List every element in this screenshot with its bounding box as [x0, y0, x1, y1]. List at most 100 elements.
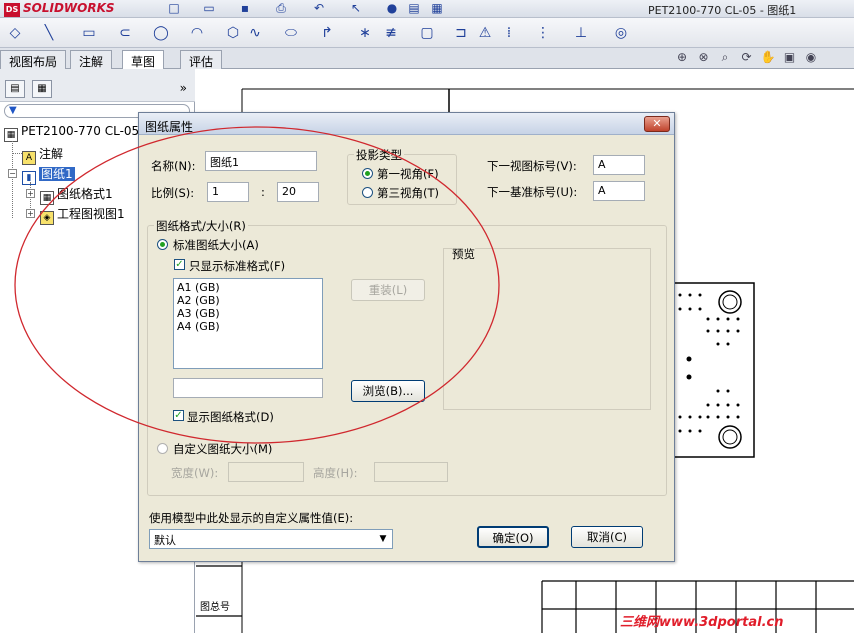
- dialog-title: 图纸属性: [145, 120, 194, 134]
- annotation-icon: A: [22, 151, 36, 165]
- projection-group-title: 投影类型: [354, 147, 404, 163]
- line-icon[interactable]: ╲: [40, 24, 58, 42]
- title-block-label: 图总号: [200, 602, 230, 613]
- app-titlebar: DS SOLIDWORKS □ ▭ ▪ ⎙ ↶ ↖ ● ▤ ▦ PET2100-7…: [0, 0, 854, 18]
- save-icon[interactable]: ▪: [236, 0, 254, 16]
- zoom-area-icon[interactable]: ⊗: [695, 50, 713, 66]
- rectangle-icon[interactable]: ▭: [80, 24, 98, 42]
- hide-show-icon[interactable]: ◉: [802, 50, 820, 66]
- name-field[interactable]: 图纸1: [205, 151, 317, 171]
- third-angle-label: 第三视角(T): [377, 186, 439, 200]
- list-item[interactable]: A4 (GB): [174, 320, 322, 333]
- undo-icon[interactable]: ↶: [310, 0, 328, 16]
- collapse-sheet-icon[interactable]: −: [8, 169, 17, 178]
- tab-evaluate[interactable]: 评估: [180, 50, 223, 69]
- expand-chevron-icon[interactable]: »: [180, 81, 187, 95]
- feature-tree-tab-icon[interactable]: ▤: [5, 80, 25, 98]
- circle-icon[interactable]: ◯: [152, 24, 170, 42]
- select-arrow-icon[interactable]: ↖: [347, 0, 365, 16]
- scale-numerator-field[interactable]: 1: [207, 182, 249, 202]
- options-icon[interactable]: ▤: [405, 0, 423, 16]
- tree-item-drawing-view[interactable]: ◈ 工程图视图1: [40, 205, 125, 225]
- point-icon[interactable]: ∗: [356, 24, 374, 42]
- watermark: 三维网www.3dportal.cn: [620, 615, 784, 630]
- only-standard-checkbox[interactable]: ✓: [174, 259, 185, 270]
- list-item[interactable]: A2 (GB): [174, 294, 322, 307]
- sheet-format-group-title: 图纸格式/大小(R): [154, 218, 248, 234]
- ok-button[interactable]: 确定(O): [477, 526, 549, 548]
- quick-snap-icon[interactable]: ◎: [612, 24, 630, 42]
- pattern-icon[interactable]: ⁞: [500, 24, 518, 42]
- list-item[interactable]: A3 (GB): [174, 307, 322, 320]
- show-format-checkbox[interactable]: ✓: [173, 410, 184, 421]
- width-field[interactable]: [228, 462, 304, 482]
- tree-root[interactable]: ▦ PET2100-770 CL-05: [4, 124, 139, 142]
- format-path-field[interactable]: [173, 378, 323, 398]
- offset-icon[interactable]: ▢: [418, 24, 436, 42]
- scale-separator: :: [261, 185, 265, 199]
- smart-dimension-icon[interactable]: ◇: [6, 24, 24, 42]
- ellipse-icon[interactable]: ⬭: [282, 24, 300, 42]
- list-item[interactable]: A1 (GB): [174, 281, 322, 294]
- tab-annotation[interactable]: 注解: [70, 50, 113, 69]
- tree-item-sheet-format[interactable]: ▦ 图纸格式1: [40, 185, 113, 205]
- tree-item-annotations[interactable]: A 注解: [22, 145, 63, 165]
- trim-icon[interactable]: ≢: [382, 24, 400, 42]
- third-angle-radio[interactable]: [362, 187, 373, 198]
- zoom-selection-icon[interactable]: ⌕: [716, 50, 734, 66]
- expand-format-icon[interactable]: +: [26, 189, 35, 198]
- zoom-to-fit-icon[interactable]: ⊕: [673, 50, 691, 66]
- property-manager-tab-icon[interactable]: ▦: [32, 80, 52, 98]
- model-property-label: 使用模型中此处显示的自定义属性值(E):: [149, 511, 354, 525]
- rotate-view-icon[interactable]: ⟳: [738, 50, 756, 66]
- scale-label: 比例(S):: [151, 186, 195, 200]
- spline-icon[interactable]: ∿: [246, 24, 264, 42]
- open-folder-icon[interactable]: ▭: [200, 0, 218, 16]
- next-view-field[interactable]: A: [593, 155, 645, 175]
- rebuild-icon[interactable]: ●: [383, 0, 401, 16]
- drawing-icon: ▦: [4, 128, 18, 142]
- pan-icon[interactable]: ✋: [759, 50, 777, 66]
- chevron-down-icon[interactable]: ▼: [375, 531, 391, 547]
- polygon-icon[interactable]: ⬡: [224, 24, 242, 42]
- grid-snap-icon[interactable]: ⋮: [534, 24, 552, 42]
- filter-icon: ▼: [9, 105, 17, 116]
- standard-size-radio[interactable]: [157, 239, 168, 250]
- browse-button[interactable]: 浏览(B)...: [351, 380, 425, 402]
- arc-icon[interactable]: ◠: [188, 24, 206, 42]
- scale-denominator-field[interactable]: 20: [277, 182, 319, 202]
- custom-size-radio[interactable]: [157, 443, 168, 454]
- width-label: 宽度(W):: [171, 466, 219, 480]
- feature-manager-tabs: ▤ ▦ »: [0, 69, 195, 102]
- model-property-select[interactable]: 默认 ▼: [149, 529, 393, 549]
- tab-view-layout[interactable]: 视图布局: [0, 50, 67, 69]
- height-field[interactable]: [374, 462, 448, 482]
- next-datum-field[interactable]: A: [593, 181, 645, 201]
- name-label: 名称(N):: [151, 159, 196, 173]
- tab-sketch[interactable]: 草图: [122, 50, 165, 70]
- document-title: PET2100-770 CL-05 - 图纸1: [648, 4, 797, 17]
- close-button[interactable]: ✕: [644, 116, 670, 132]
- display-style-icon[interactable]: ▣: [781, 50, 799, 66]
- tree-item-label: 注解: [39, 147, 64, 161]
- print-icon[interactable]: ⎙: [272, 0, 290, 16]
- slot-icon[interactable]: ⊂: [116, 24, 134, 42]
- solidworks-logo[interactable]: DS SOLIDWORKS: [4, 1, 115, 17]
- dialog-titlebar[interactable]: 图纸属性 ✕: [139, 113, 674, 135]
- custom-size-label: 自定义图纸大小(M): [173, 442, 273, 456]
- sketch-toolbar: ◇ ╲ ▭ ⊂ ◯ ◠ ⬡ ∿ ⬭ ↱ ∗ ≢ ▢ ⊐ ⚠ ⁞ ⋮ ⊥ ◎: [0, 18, 854, 48]
- properties-icon[interactable]: ▦: [428, 0, 446, 16]
- tree-item-label: 图纸格式1: [57, 187, 113, 201]
- fillet-icon[interactable]: ↱: [318, 24, 336, 42]
- warning-icon[interactable]: ⚠: [476, 24, 494, 42]
- reload-button[interactable]: 重装(L): [351, 279, 425, 301]
- cancel-button[interactable]: 取消(C): [571, 526, 643, 548]
- new-file-icon[interactable]: □: [165, 0, 183, 16]
- height-label: 高度(H):: [313, 466, 358, 480]
- next-datum-label: 下一基准标号(U):: [487, 185, 578, 199]
- relations-icon[interactable]: ⊥: [572, 24, 590, 42]
- expand-view-icon[interactable]: +: [26, 209, 35, 218]
- first-angle-radio[interactable]: [362, 168, 373, 179]
- mirror-icon[interactable]: ⊐: [452, 24, 470, 42]
- sheet-size-list[interactable]: A1 (GB) A2 (GB) A3 (GB) A4 (GB): [173, 278, 323, 369]
